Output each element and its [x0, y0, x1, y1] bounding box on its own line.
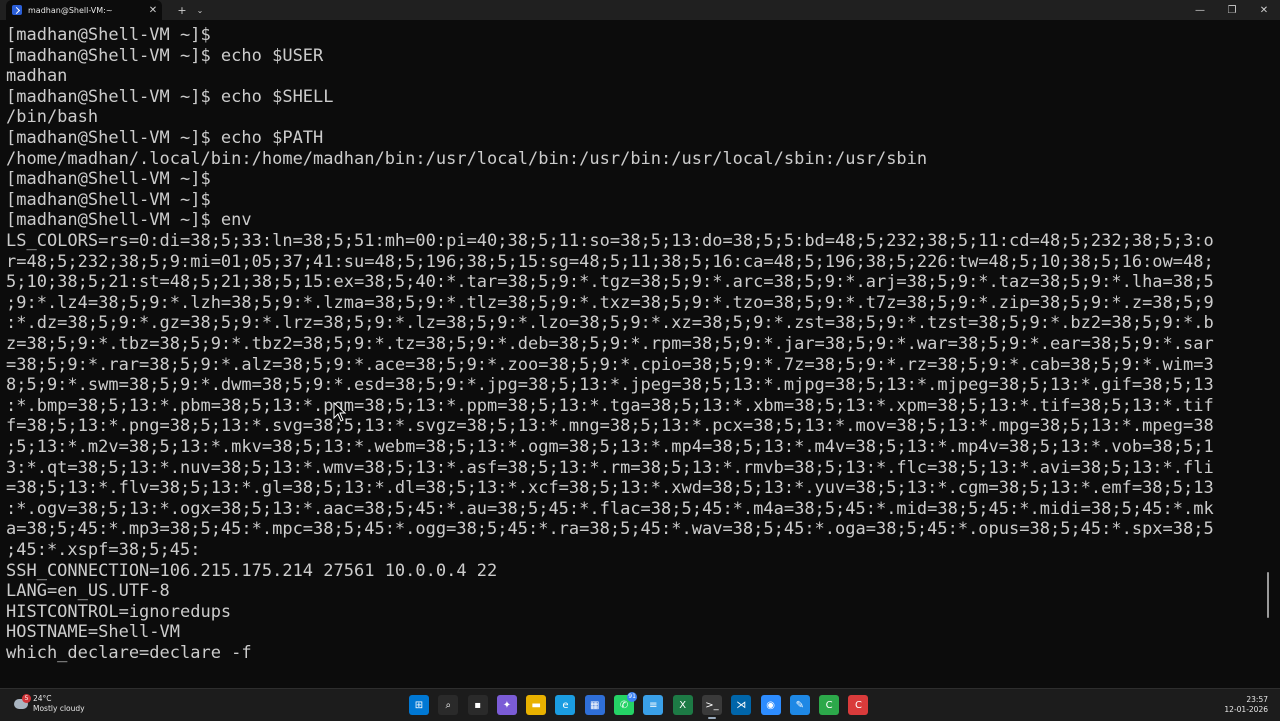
terminal-line: 3:*.qt=38;5;13:*.nuv=38;5;13:*.wmv=38;5;…	[6, 457, 1214, 478]
taskbar-app-search[interactable]: ⌕	[438, 695, 459, 715]
taskbar-app-start[interactable]: ⊞	[409, 695, 429, 715]
terminal-line: LANG=en_US.UTF-8	[6, 581, 170, 602]
taskbar-app-whatsapp[interactable]: ✆ 91	[614, 692, 638, 715]
terminal-line: :*.ogv=38;5;13:*.ogx=38;5;13:*.aac=38;5;…	[6, 498, 1214, 519]
title-bar: madhan@Shell-VM:~ ✕ + ⌄ — ❐ ✕	[0, 0, 1280, 20]
terminal-line: ;9:*.lz4=38;5;9:*.lzh=38;5;9:*.lzma=38;5…	[6, 292, 1214, 313]
terminal-line: :*.dz=38;5;9:*.gz=38;5;9:*.lrz=38;5;9:*.…	[6, 313, 1214, 334]
search-icon: ⌕	[445, 699, 452, 711]
weather-widget[interactable]: 5 24°C Mostly cloudy	[14, 694, 85, 714]
close-button[interactable]: ✕	[1248, 0, 1280, 20]
minimize-button[interactable]: —	[1184, 0, 1216, 20]
maximize-button[interactable]: ❐	[1216, 0, 1248, 20]
weather-temperature: 24°C	[33, 694, 52, 703]
terminal-line: r=48;5;232;38;5;9:mi=01;05;37;41:su=48;5…	[6, 251, 1214, 272]
terminal-line: =38;5;9:*.rar=38;5;9:*.alz=38;5;9:*.ace=…	[6, 354, 1214, 375]
mouse-cursor-icon	[333, 401, 347, 422]
terminal-line: [madhan@Shell-VM ~]$ echo $SHELL	[6, 86, 334, 107]
terminal-line: madhan	[6, 66, 68, 87]
clock-time: 23:57	[1246, 695, 1268, 704]
taskbar: 5 24°C Mostly cloudy ⊞ ⌕ ▪ ✦ ▬ e ▦ ✆ 91 ≡ X >_ ⋊ ◉ ✎ C C…	[0, 688, 1280, 721]
edge-icon: e	[562, 699, 569, 711]
tab-title: madhan@Shell-VM:~	[28, 5, 113, 15]
store-icon: ▦	[590, 699, 600, 711]
camtasia-icon: C	[825, 699, 833, 711]
taskbar-app-camtasia[interactable]: C	[819, 695, 840, 715]
powershell-icon	[12, 5, 22, 15]
scrollbar-thumb[interactable]	[1267, 572, 1269, 618]
vscode-icon: ⋊	[736, 699, 747, 711]
taskbar-app-excel[interactable]: X	[672, 695, 693, 715]
weather-badge: 5	[22, 694, 31, 703]
terminal-line: [madhan@Shell-VM ~]$ echo $USER	[6, 45, 324, 66]
terminal-line: 8;5;9:*.swm=38;5;9:*.dwm=38;5;9:*.esd=38…	[6, 375, 1214, 396]
terminal-line: [madhan@Shell-VM ~]$	[6, 169, 211, 190]
clock-date: 12-01-2026	[1224, 705, 1268, 714]
terminal-icon: >_	[705, 699, 719, 711]
terminal-tab[interactable]: madhan@Shell-VM:~ ✕	[6, 0, 162, 20]
terminal-line: /home/madhan/.local/bin:/home/madhan/bin…	[6, 148, 928, 169]
copilot-icon: ✦	[502, 699, 512, 711]
terminal-line: HISTCONTROL=ignoredups	[6, 601, 232, 622]
tab-dropdown-button[interactable]: ⌄	[194, 6, 206, 15]
paint-icon: ✎	[795, 699, 805, 711]
terminal-line: [madhan@Shell-VM ~]$ env	[6, 210, 252, 231]
terminal-line: =38;5;13:*.flv=38;5;13:*.gl=38;5;13:*.dl…	[6, 478, 1214, 499]
terminal-line: which_declare=declare -f	[6, 643, 252, 663]
notification-badge: 91	[627, 692, 638, 702]
windows-icon: ⊞	[414, 699, 424, 711]
terminal-line: [madhan@Shell-VM ~]$ echo $PATH	[6, 128, 324, 148]
terminal-line: 5;10;38;5;21:st=48;5;21;38;5;15:ex=38;5;…	[6, 272, 1214, 293]
taskbar-app-copilot[interactable]: ✦	[496, 695, 517, 715]
new-tab-button[interactable]: +	[176, 4, 188, 17]
system-clock[interactable]: 23:57 12-01-2026	[1224, 695, 1268, 715]
terminal-line: LS_COLORS=rs=0:di=38;5;33:ln=38;5;51:mh=…	[6, 231, 1214, 251]
task-view-icon: ▪	[474, 699, 481, 711]
taskbar-apps: ⊞ ⌕ ▪ ✦ ▬ e ▦ ✆ 91 ≡ X >_ ⋊ ◉ ✎ C C	[409, 692, 878, 719]
terminal-line: f=38;5;13:*.png=38;5;13:*.svg=38;5;13:*.…	[6, 416, 1214, 437]
terminal-output[interactable]: which_declare=declare -f HOSTNAME=Shell-V…	[0, 20, 1272, 688]
zoom-icon: ◉	[766, 699, 775, 711]
terminal-line: /bin/bash	[6, 107, 99, 128]
whatsapp-icon: ✆	[619, 699, 629, 711]
recorder-icon: C	[854, 699, 862, 711]
taskbar-app-paint[interactable]: ✎	[789, 695, 810, 715]
taskbar-app-notepad[interactable]: ≡	[643, 695, 664, 715]
taskbar-app-edge[interactable]: e	[555, 695, 576, 715]
terminal-line: HOSTNAME=Shell-VM	[6, 622, 180, 643]
terminal-line: ;5;13:*.m2v=38;5;13:*.mkv=38;5;13:*.webm…	[6, 437, 1214, 457]
window-controls: — ❐ ✕	[1184, 0, 1280, 20]
tab-close-icon[interactable]: ✕	[146, 5, 160, 16]
taskbar-app-file-explorer[interactable]: ▬	[526, 695, 547, 715]
taskbar-app-zoom[interactable]: ◉	[760, 695, 781, 715]
taskbar-app-vscode[interactable]: ⋊	[731, 695, 752, 715]
terminal-line: :*.bmp=38;5;13:*.pbm=38;5;13:*.pgm=38;5;…	[6, 395, 1214, 416]
taskbar-app-store[interactable]: ▦	[584, 695, 605, 715]
terminal-line: [madhan@Shell-VM ~]$	[6, 25, 211, 45]
terminal-line: [madhan@Shell-VM ~]$	[6, 189, 211, 210]
taskbar-app-task-view[interactable]: ▪	[467, 695, 488, 715]
terminal-line: a=38;5;45:*.mp3=38;5;45:*.mpc=38;5;45:*.…	[6, 519, 1214, 540]
folder-icon: ▬	[531, 699, 541, 711]
terminal-line: ;45:*.xspf=38;5;45:	[6, 540, 201, 560]
weather-condition: Mostly cloudy	[33, 704, 85, 713]
notepad-icon: ≡	[649, 699, 658, 711]
terminal-line: z=38;5;9:*.tbz=38;5;9:*.tbz2=38;5;9:*.tz…	[6, 334, 1214, 354]
cloud-icon: 5	[14, 694, 31, 709]
terminal-line: SSH_CONNECTION=106.215.175.214 27561 10.…	[6, 560, 498, 581]
taskbar-app-recorder[interactable]: C	[848, 695, 869, 715]
excel-icon: X	[679, 699, 687, 711]
taskbar-app-terminal[interactable]: >_	[701, 695, 722, 719]
